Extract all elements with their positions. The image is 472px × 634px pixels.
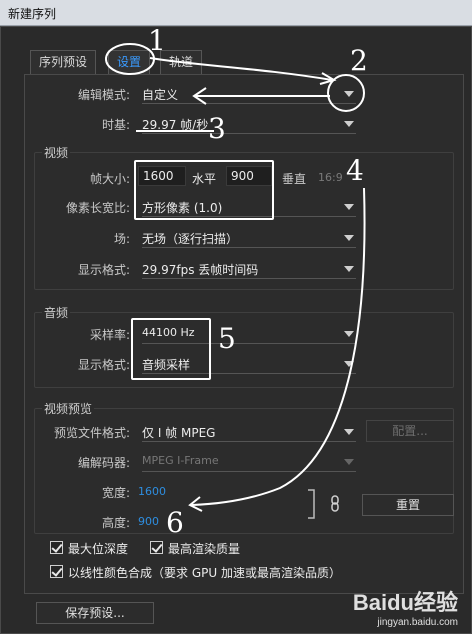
frame-size-highlight (134, 160, 274, 220)
annotation-3: 3 (208, 112, 226, 145)
watermark-brand: Baidu经验 (352, 590, 458, 615)
watermark: Baidu经验 jingyan.baidu.com (353, 585, 458, 628)
annotation-5: 5 (218, 322, 236, 355)
annotation-overlay (105, 43, 366, 512)
annotation-1: 1 (148, 24, 166, 57)
annotation-4: 4 (346, 154, 364, 187)
watermark-url: jingyan.baidu.com (377, 617, 458, 628)
audio-highlight (131, 318, 211, 380)
annotation-6: 6 (166, 506, 184, 539)
annotation-2: 2 (350, 44, 368, 77)
